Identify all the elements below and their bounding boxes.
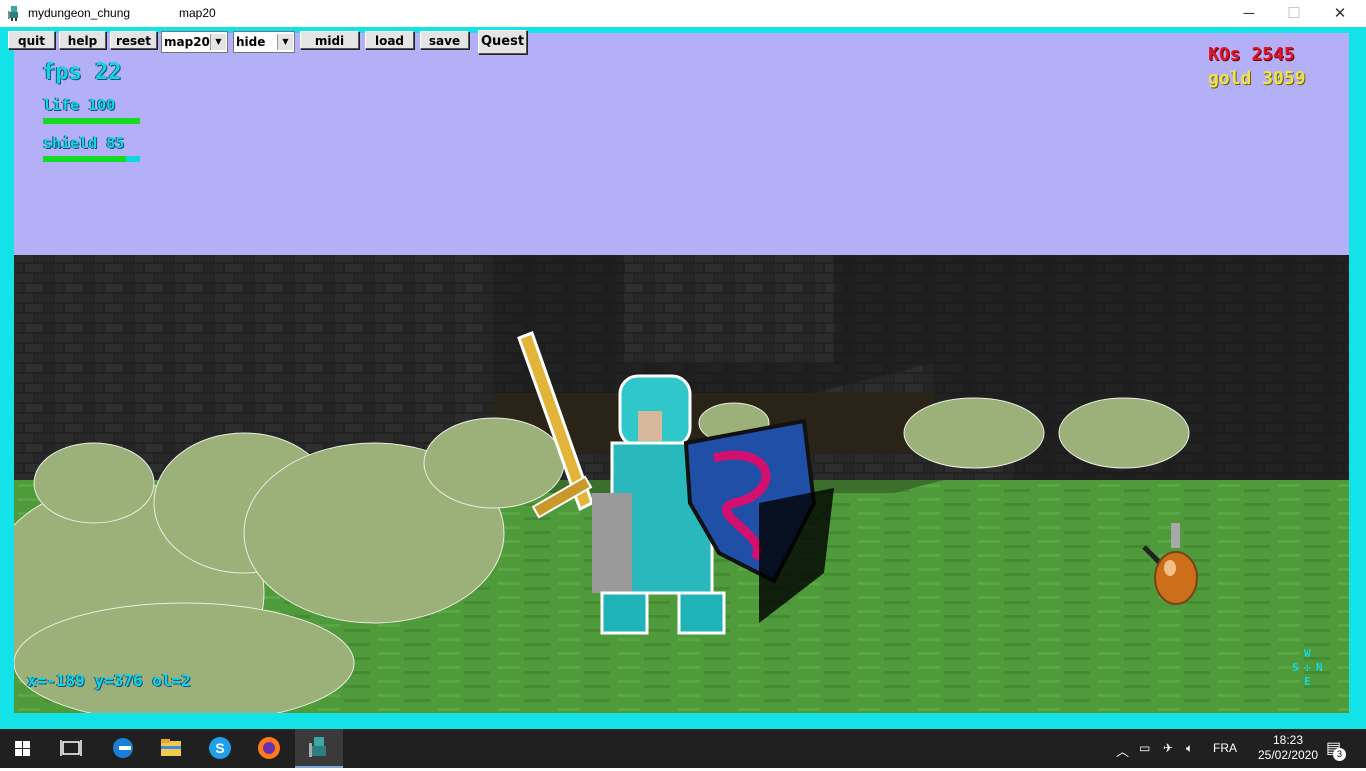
compass-center-icon: ✣ <box>1304 661 1311 674</box>
fps-counter: fps 22 <box>42 60 122 85</box>
windows-taskbar: S ︿ ▭ ✈ 🔈︎ FRA 18:23 25/02/2020 ▤ 3 <box>0 729 1366 768</box>
gold-counter: gold 3059 <box>1208 68 1306 89</box>
clock-date: 25/02/2020 <box>1257 748 1319 762</box>
save-button[interactable]: save <box>420 31 469 49</box>
life-bar <box>43 118 140 124</box>
window-title-bar: mydungeon_chung map20 ─ ☐ ✕ <box>0 0 1366 27</box>
volume-icon[interactable]: 🔈︎ <box>1186 741 1193 756</box>
skype-icon[interactable]: S <box>197 729 243 768</box>
show-hidden-icons-icon[interactable]: ︿ <box>1116 741 1129 760</box>
mydungeon-taskbar-button[interactable] <box>295 729 343 768</box>
map-select[interactable]: map20 ▼ <box>161 31 228 53</box>
compass-bottom: E <box>1304 675 1311 688</box>
minimize-button[interactable]: ─ <box>1226 0 1272 27</box>
coordinates-readout: x=-189 y=376 ol=2 <box>27 671 191 690</box>
clock[interactable]: 18:23 25/02/2020 <box>1252 733 1324 763</box>
compass-left: S <box>1292 661 1299 674</box>
load-button[interactable]: load <box>365 31 414 49</box>
battery-icon[interactable]: ▭ <box>1139 741 1150 755</box>
quest-button[interactable]: Quest <box>478 30 527 54</box>
svg-text:S: S <box>215 740 224 756</box>
life-label: life 100 <box>43 96 116 114</box>
help-button[interactable]: help <box>59 31 106 49</box>
game-viewport[interactable]: fps 22 life 100 shield 85 KOs 2545 gold … <box>14 33 1349 713</box>
chevron-down-icon: ▼ <box>277 34 293 50</box>
reset-button[interactable]: reset <box>110 31 157 49</box>
task-view-icon[interactable] <box>48 729 94 768</box>
compass-right: N <box>1316 661 1323 674</box>
chevron-down-icon: ▼ <box>210 34 226 50</box>
clock-time: 18:23 <box>1272 733 1304 747</box>
window-map-name: map20 <box>179 6 216 20</box>
shield-bar-fill <box>43 156 126 162</box>
hide-select-value: hide <box>236 35 266 49</box>
map-select-value: map20 <box>164 35 210 49</box>
airplane-mode-icon[interactable]: ✈ <box>1163 741 1173 755</box>
notification-center-button[interactable]: ▤ 3 <box>1320 729 1366 768</box>
firefox-icon[interactable] <box>246 729 292 768</box>
shield-label: shield 85 <box>43 134 125 152</box>
file-explorer-icon[interactable] <box>148 729 194 768</box>
notification-count: 3 <box>1333 748 1346 761</box>
quit-button[interactable]: quit <box>8 31 55 49</box>
language-indicator[interactable]: FRA <box>1213 741 1237 755</box>
kos-counter: KOs 2545 <box>1208 44 1295 65</box>
window-title: mydungeon_chung <box>28 6 131 20</box>
close-button[interactable]: ✕ <box>1317 0 1363 27</box>
compass: W S ✣ N E <box>1288 647 1332 691</box>
edge-icon[interactable] <box>100 729 146 768</box>
compass-top: W <box>1304 647 1311 660</box>
windows-start-icon[interactable] <box>0 729 46 768</box>
maximize-button[interactable]: ☐ <box>1271 0 1317 27</box>
midi-button[interactable]: midi <box>300 31 359 49</box>
mydungeon-app-icon <box>309 737 326 757</box>
dungeon-scene <box>14 33 1349 713</box>
hide-select[interactable]: hide ▼ <box>233 31 295 53</box>
app-knight-icon <box>8 6 18 21</box>
